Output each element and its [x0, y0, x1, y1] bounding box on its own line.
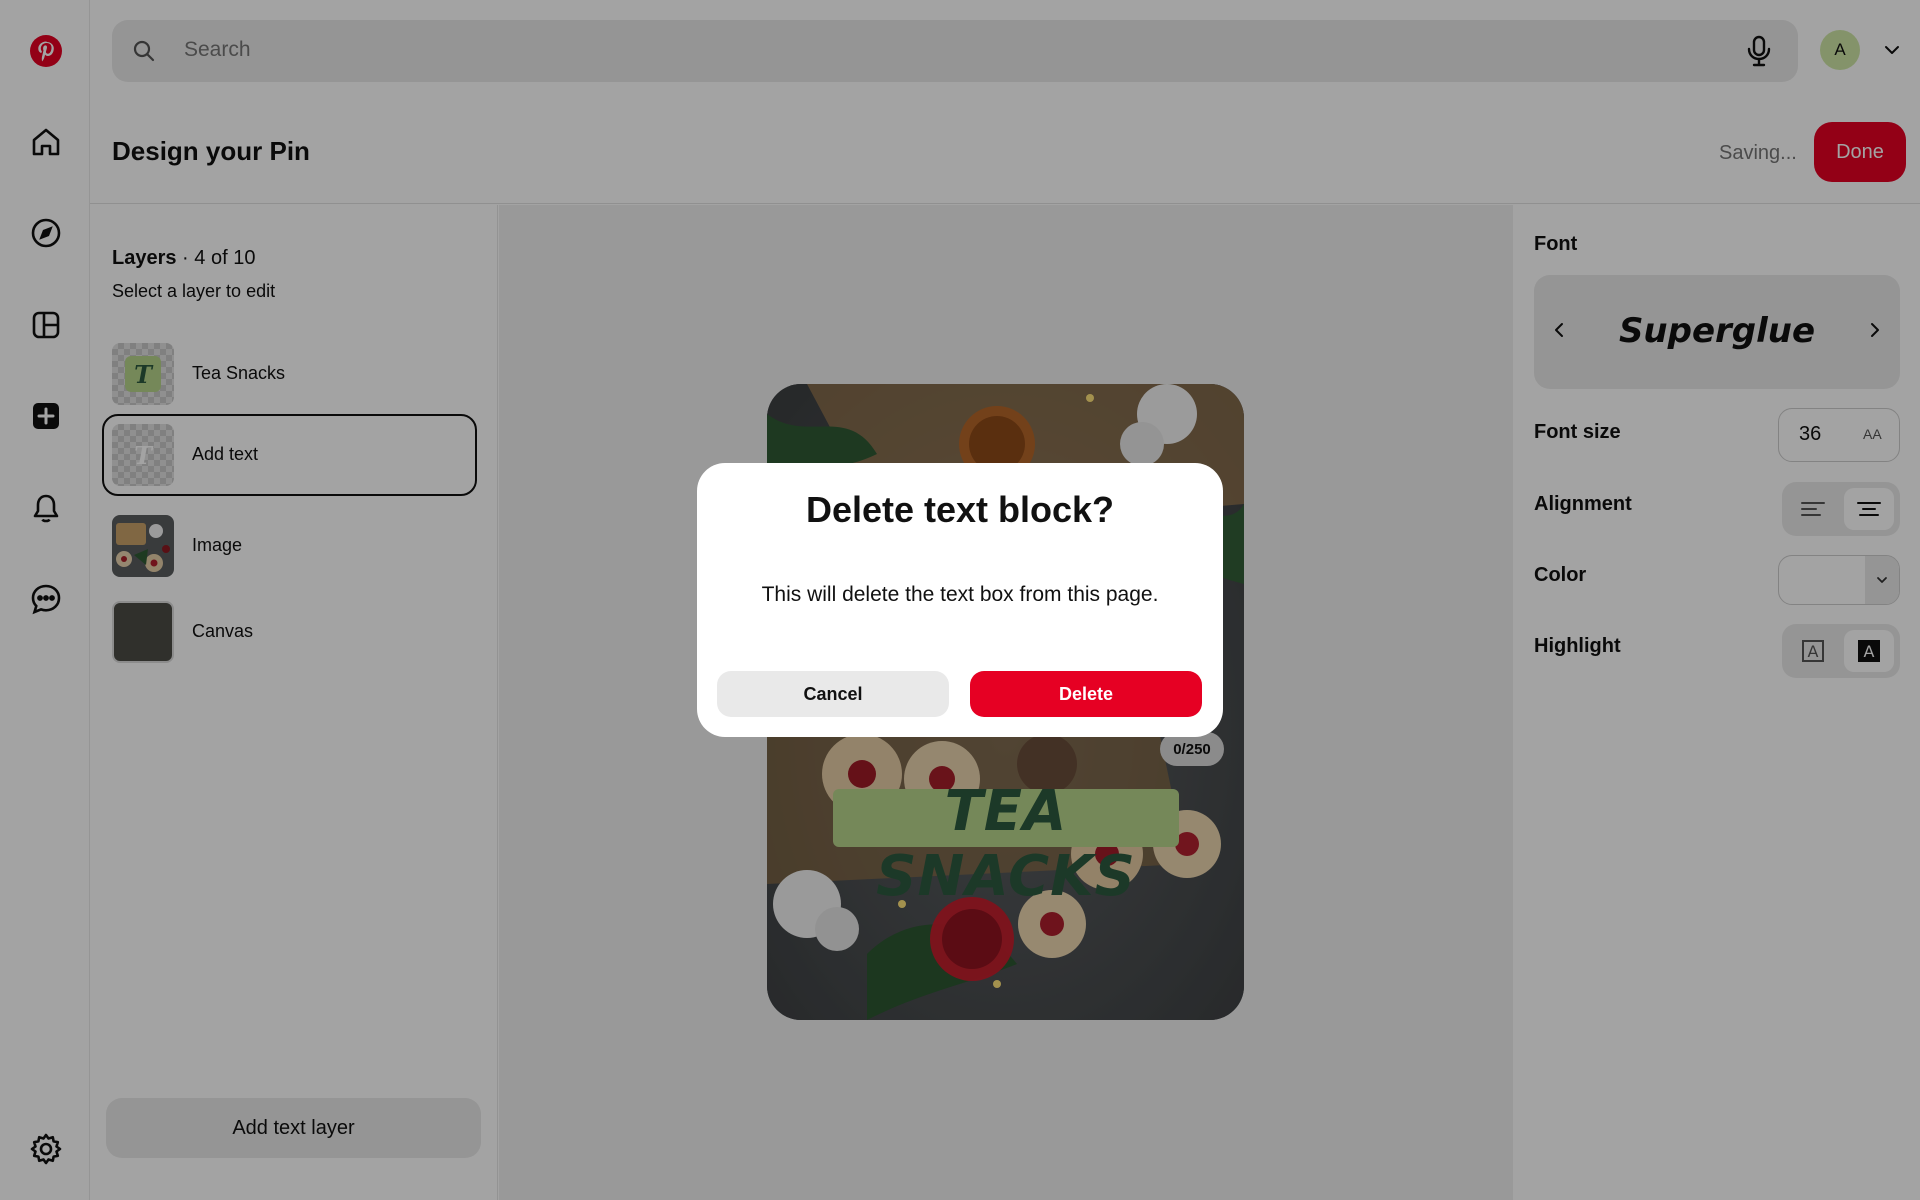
dialog-message: This will delete the text box from this … [761, 583, 1159, 606]
dialog-title: Delete text block? [805, 489, 1115, 530]
delete-dialog: Delete text block? This will delete the … [697, 463, 1223, 737]
delete-button[interactable]: Delete [970, 671, 1202, 717]
cancel-button[interactable]: Cancel [717, 671, 949, 717]
